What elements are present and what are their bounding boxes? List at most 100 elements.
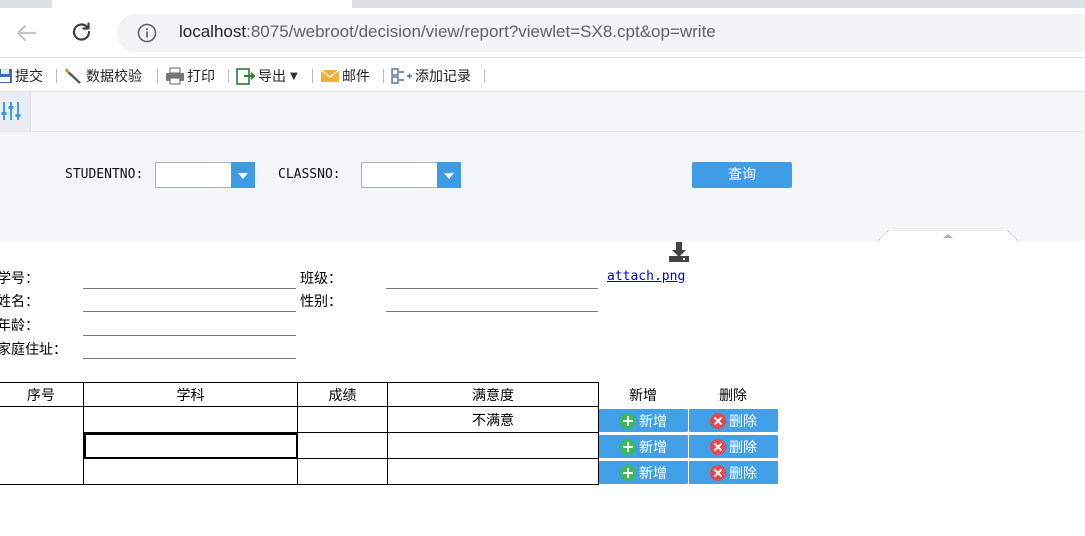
class-field[interactable] [386,288,598,289]
table-row: 不满意 [0,406,599,485]
add-row-button[interactable]: 新增 [599,409,688,432]
delete-icon [710,464,726,481]
score-table: 序号 学科 成绩 满意度 不满意 [0,382,599,485]
browser-toolbar: localhost:8075/webroot/decision/view/rep… [0,8,1085,58]
age-label: 年龄： [0,318,39,334]
subject-cell[interactable] [83,432,298,459]
add-record-icon [391,68,412,84]
reload-button[interactable] [67,18,97,48]
header-cell: 成绩 [297,382,388,407]
add-row-button[interactable]: 新增 [599,435,688,458]
add-row-label: 新增 [639,465,667,482]
delete-row-label: 删除 [729,413,757,430]
report-toolbar: 提交 数据校验 打印 导出 ▼ 邮件 添加记录 [0,59,1085,92]
classno-combo[interactable] [361,162,461,188]
delete-row-button[interactable]: 删除 [689,409,778,432]
student-no-label: 学号： [0,271,39,287]
add-row-button[interactable]: 新增 [599,461,688,484]
param-toggle-button[interactable] [0,92,31,131]
address-bar[interactable]: localhost:8075/webroot/decision/view/rep… [117,14,1085,52]
table-header-row: 序号 学科 成绩 满意度 [0,382,599,407]
parameter-pane: STUDENTNO: CLASSNO: 查询 [0,132,1085,242]
toolbar-divider [157,69,158,83]
print-icon [166,67,184,85]
export-icon [236,68,256,85]
print-label: 打印 [187,69,215,85]
score-cell[interactable] [297,406,388,433]
back-arrow-icon [16,24,37,42]
delete-row-label: 删除 [729,439,757,456]
header-cell: 满意度 [387,382,599,407]
class-label: 班级： [300,271,342,287]
browser-tabstrip [0,0,1085,8]
delete-row-label: 删除 [729,465,757,482]
plus-icon [620,464,636,481]
toolbar-divider [484,69,485,83]
satisfaction-cell[interactable]: 不满意 [387,406,599,433]
student-no-field[interactable] [83,288,296,289]
studentno-label: STUDENTNO: [65,167,144,182]
chevron-down-icon[interactable] [231,162,255,188]
index-cell[interactable] [0,406,84,485]
satisfaction-cell[interactable] [387,432,599,459]
name-field[interactable] [83,311,296,312]
attachment-link[interactable]: attach.png [607,269,685,284]
info-icon[interactable] [137,23,157,43]
header-cell: 学科 [83,382,298,407]
verify-button[interactable]: 数据校验 [64,65,142,87]
collapse-pane-button[interactable] [877,230,1019,242]
studentno-combo[interactable] [155,162,255,188]
back-button[interactable] [11,18,41,48]
score-cell[interactable] [297,458,388,485]
toolbar-divider [228,69,229,83]
mail-button[interactable]: 邮件 [320,65,370,87]
query-button[interactable]: 查询 [692,162,792,188]
verify-icon [65,68,81,84]
subject-cell[interactable] [83,458,298,485]
add-record-button[interactable]: 添加记录 [391,65,471,87]
submit-button[interactable]: 提交 [0,65,43,87]
satisfaction-cell[interactable] [387,458,599,485]
add-row-label: 新增 [639,413,667,430]
delete-row-button[interactable]: 删除 [689,435,778,458]
plus-icon [620,438,636,455]
gender-label: 性别： [300,294,342,310]
subject-cell[interactable] [83,406,298,433]
delete-icon [710,438,726,455]
reload-icon [72,22,91,41]
verify-label: 数据校验 [86,69,142,85]
address-field[interactable] [83,358,296,359]
delete-column-header: 删除 [719,388,747,404]
address-label: 家庭住址： [0,342,67,358]
header-cell: 序号 [0,382,84,407]
add-row-label: 新增 [639,439,667,456]
chevron-down-icon[interactable] [437,162,461,188]
param-toggle-icon [1,102,21,120]
chevron-down-icon[interactable]: ▼ [290,71,298,82]
mail-icon [320,69,340,82]
print-button[interactable]: 打印 [165,65,215,87]
table-row [0,458,599,485]
parameter-bar [0,92,1085,132]
delete-icon [710,412,726,429]
add-record-label: 添加记录 [415,69,471,85]
url-path: :8075/webroot/decision/view/report?viewl… [246,22,716,41]
mail-label: 邮件 [342,69,370,85]
export-button[interactable]: 导出 ▼ [236,65,298,87]
browser-active-tab[interactable] [52,0,352,8]
add-column-header: 新增 [629,388,657,404]
download-icon[interactable] [668,241,690,263]
save-icon [0,69,12,83]
age-field[interactable] [83,335,296,336]
delete-row-button[interactable]: 删除 [689,461,778,484]
submit-label: 提交 [15,69,43,85]
toolbar-divider [312,69,313,83]
table-row [0,432,599,459]
toolbar-divider [56,69,57,83]
gender-field[interactable] [386,311,598,312]
classno-label: CLASSNO: [278,167,341,182]
score-cell[interactable] [297,432,388,459]
export-label: 导出 [258,69,286,85]
address-url[interactable]: localhost:8075/webroot/decision/view/rep… [179,22,716,42]
name-label: 姓名： [0,294,39,310]
